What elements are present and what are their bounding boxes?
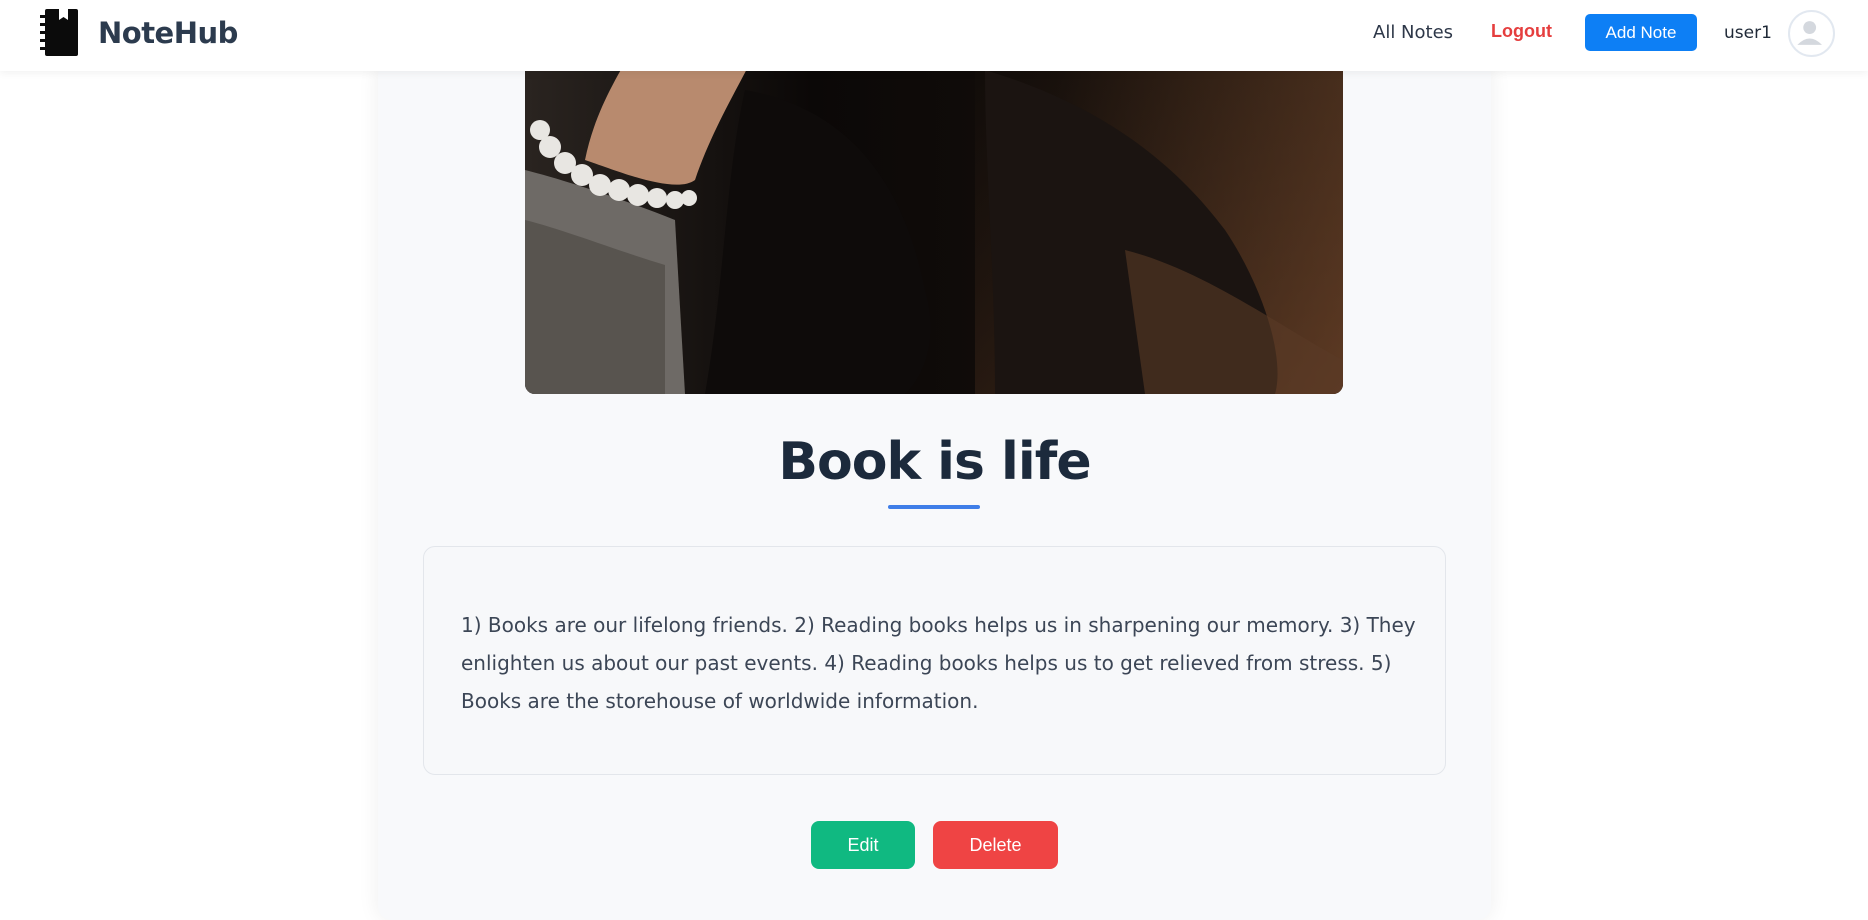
title-underline xyxy=(888,505,980,509)
avatar[interactable] xyxy=(1788,10,1835,57)
note-content: 1) Books are our lifelong friends. 2) Re… xyxy=(461,613,1416,713)
note-image xyxy=(525,30,1343,394)
brand-name: NoteHub xyxy=(98,15,238,50)
edit-button[interactable]: Edit xyxy=(811,821,915,869)
delete-button[interactable]: Delete xyxy=(933,821,1058,869)
add-note-button[interactable]: Add Note xyxy=(1585,14,1697,51)
username-label: user1 xyxy=(1724,23,1772,43)
all-notes-link[interactable]: All Notes xyxy=(1373,22,1453,43)
note-title: Book is life xyxy=(778,432,1091,492)
note-content-box: 1) Books are our lifelong friends. 2) Re… xyxy=(423,546,1446,775)
user-avatar-icon xyxy=(1797,21,1823,45)
top-navbar: NoteHub All Notes Logout Add Note user1 xyxy=(0,0,1868,71)
notebook-icon xyxy=(40,9,78,56)
book-photo xyxy=(525,30,1343,394)
brand[interactable]: NoteHub xyxy=(40,9,238,56)
logout-link[interactable]: Logout xyxy=(1491,21,1552,42)
